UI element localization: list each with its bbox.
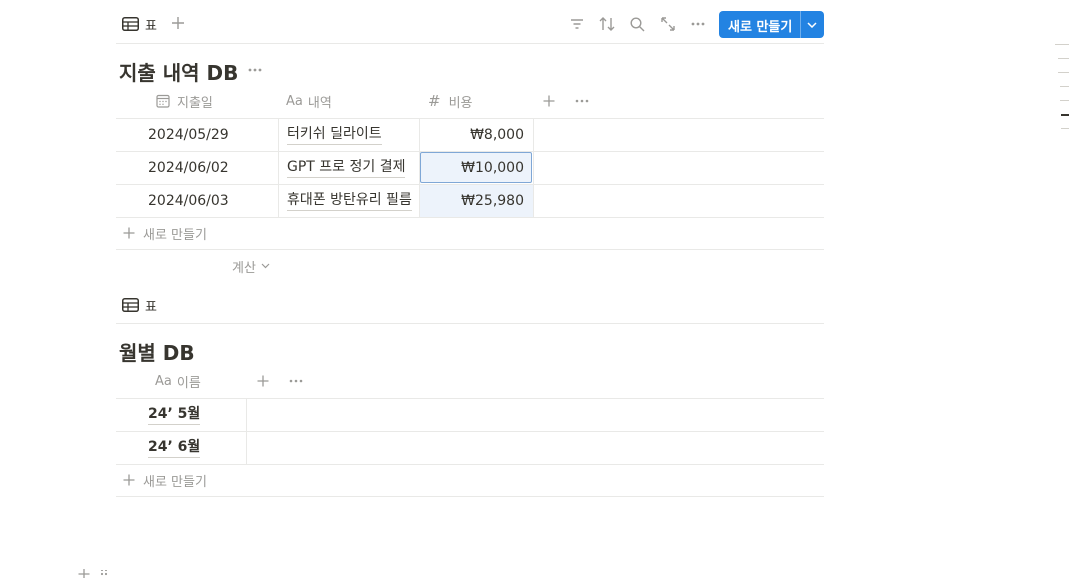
toc-dash (1058, 58, 1069, 59)
db1-more-icon[interactable] (246, 61, 264, 79)
new-row-label: 새로 만들기 (143, 474, 207, 490)
add-block-icon[interactable] (77, 569, 91, 578)
item-cell[interactable]: GPT 프로 정기 결제 (287, 157, 406, 178)
db1-col-border (533, 118, 534, 217)
calendar-icon (156, 94, 170, 108)
column-header-label: 비용 (448, 95, 473, 111)
db1-title: 지출 내역 DB (119, 61, 239, 85)
calculate-button[interactable]: 계산 (232, 257, 270, 276)
new-button-label: 새로 만들기 (728, 20, 793, 35)
column-header-cost[interactable]: # 비용 (428, 92, 473, 111)
view-tab-label: 표 (145, 18, 157, 34)
toc-dash (1055, 44, 1069, 45)
toc-dash (1058, 72, 1069, 73)
number-icon: # (428, 92, 441, 110)
add-property-icon[interactable] (541, 93, 557, 109)
plus-icon (123, 474, 135, 486)
cost-cell[interactable]: ₩8,000 (470, 125, 524, 145)
cost-cell[interactable]: ₩10,000 (461, 158, 524, 178)
toc-dash (1061, 128, 1069, 129)
view-tab[interactable]: 표 (122, 14, 157, 34)
db2-title: 월별 DB (119, 341, 195, 365)
table-icon (122, 298, 139, 312)
column-more-icon[interactable] (287, 373, 305, 389)
new-button-divider (800, 11, 801, 38)
db2-new-row-border (116, 496, 824, 497)
column-header-date[interactable]: 지출일 (156, 92, 213, 111)
db1-col-border (278, 118, 279, 217)
date-cell[interactable]: 2024/05/29 (148, 125, 229, 145)
column-header-label: 이름 (176, 375, 201, 391)
filter-icon[interactable] (569, 16, 585, 32)
drag-handle-icon[interactable] (99, 570, 109, 578)
db2-row-border (116, 464, 824, 465)
date-cell[interactable]: 2024/06/02 (148, 158, 229, 178)
db2-col-border (246, 398, 247, 464)
column-more-icon[interactable] (573, 93, 591, 109)
plus-icon (123, 227, 135, 239)
more-icon[interactable] (689, 15, 707, 33)
name-cell[interactable]: 24’ 6월 (148, 437, 201, 458)
sort-icon[interactable] (598, 15, 616, 33)
new-button[interactable]: 새로 만들기 (719, 11, 824, 38)
add-view-icon[interactable] (170, 15, 186, 31)
db2-view-tab[interactable]: 표 (122, 296, 157, 315)
db1-header-border (116, 118, 824, 119)
toc-dash (1060, 86, 1069, 87)
db1-new-row-border (116, 249, 824, 250)
text-icon: Aa (286, 93, 303, 109)
toc-dash-active (1061, 114, 1069, 116)
column-header-name[interactable]: Aa 이름 (155, 372, 201, 391)
view-tab-label: 표 (145, 299, 157, 315)
calculate-label: 계산 (232, 260, 256, 276)
text-icon: Aa (155, 373, 172, 389)
new-row-label: 새로 만들기 (143, 227, 207, 243)
item-cell[interactable]: 터키쉬 딜라이트 (287, 124, 382, 145)
chevron-down-icon (261, 263, 270, 269)
db2-row-border (116, 431, 824, 432)
db2-header-border (116, 398, 824, 399)
db2-tab-divider (116, 323, 824, 324)
toc-dash (1060, 100, 1069, 101)
item-cell[interactable]: 휴대폰 방탄유리 필름 (287, 190, 412, 211)
db1-row-border (116, 217, 824, 218)
expand-icon[interactable] (659, 15, 677, 33)
db2-new-row-button[interactable]: 새로 만들기 (123, 471, 207, 490)
date-cell[interactable]: 2024/06/03 (148, 191, 229, 211)
toolbar-divider (116, 43, 824, 44)
db1-new-row-button[interactable]: 새로 만들기 (123, 224, 207, 243)
table-icon (122, 17, 139, 31)
add-property-icon[interactable] (255, 373, 271, 389)
search-icon[interactable] (628, 15, 646, 33)
name-cell[interactable]: 24’ 5월 (148, 404, 201, 425)
column-header-label: 내역 (307, 95, 332, 111)
column-header-item[interactable]: Aa 내역 (286, 92, 332, 111)
cost-cell[interactable]: ₩25,980 (461, 191, 524, 211)
column-header-label: 지출일 (177, 95, 213, 111)
chevron-down-icon[interactable] (803, 16, 821, 34)
